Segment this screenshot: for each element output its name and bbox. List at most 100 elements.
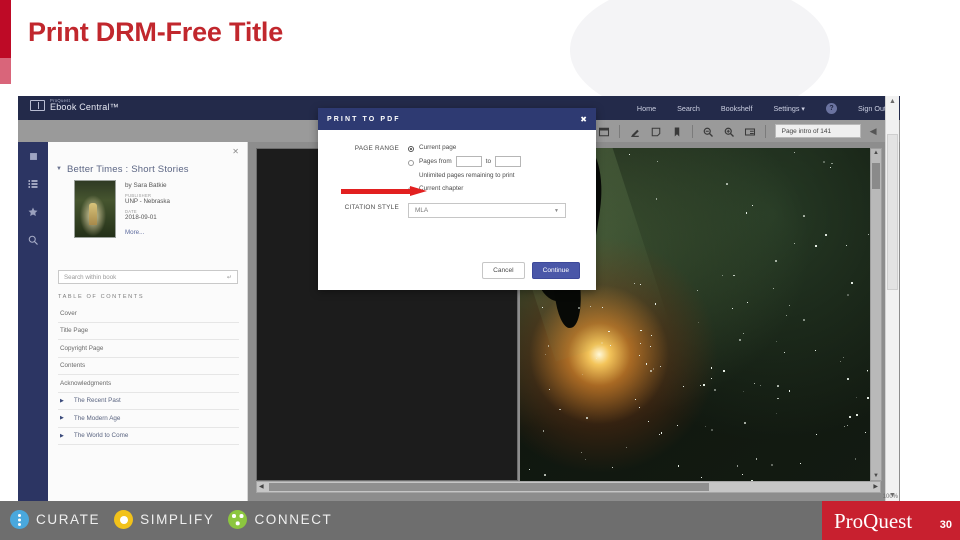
radio-option-current-page[interactable]: Current page bbox=[408, 144, 525, 152]
citation-style-select[interactable]: MLA ▼ bbox=[408, 203, 566, 218]
expand-chevron-icon[interactable]: ▶ bbox=[60, 415, 64, 421]
toc-item-label: Acknowledgments bbox=[60, 379, 112, 387]
citation-style-row: CITATION STYLE MLA ▼ bbox=[334, 203, 580, 218]
proquest-brand-box: ProQuest 30 bbox=[822, 501, 960, 540]
slide-footer: CURATE SIMPLIFY CONNECT ProQuest 30 bbox=[0, 501, 960, 540]
more-link[interactable]: More... bbox=[125, 229, 170, 237]
slide: Print DRM-Free Title ProQuest Ebook Cent… bbox=[0, 0, 960, 540]
list-item[interactable]: Cover bbox=[58, 305, 239, 323]
book-details-icon[interactable] bbox=[18, 142, 48, 170]
proquest-wordmark: ProQuest bbox=[834, 509, 913, 533]
book-title: Better Times : Short Stories bbox=[67, 164, 189, 175]
search-submit-icon[interactable]: ↵ bbox=[227, 274, 232, 281]
nav-item-search[interactable]: Search bbox=[677, 104, 700, 113]
window-vertical-scrollbar[interactable]: ▲ ▼ bbox=[885, 96, 899, 501]
nav-item-sign-out[interactable]: Sign Out bbox=[858, 104, 886, 113]
zoom-level-label: 100% bbox=[882, 494, 898, 500]
connect-icon bbox=[228, 510, 248, 529]
page-vertical-scrollbar[interactable]: ▲ ▼ bbox=[870, 148, 882, 481]
toc-item-label: Copyright Page bbox=[60, 344, 104, 352]
footer-label: SIMPLIFY bbox=[140, 512, 215, 527]
list-item[interactable]: Title Page bbox=[58, 323, 239, 340]
arrow-head bbox=[410, 186, 427, 196]
scrollbar-thumb[interactable] bbox=[269, 483, 709, 491]
list-item[interactable]: Acknowledgments bbox=[58, 375, 239, 393]
toc-item-label: The Modern Age bbox=[73, 414, 121, 422]
dialog-title: PRINT TO PDF bbox=[327, 115, 401, 123]
list-item[interactable]: Contents bbox=[58, 358, 239, 375]
simplify-icon bbox=[114, 510, 134, 529]
collapse-caret-icon[interactable]: ▼ bbox=[56, 166, 62, 172]
list-item[interactable]: Copyright Page bbox=[58, 340, 239, 358]
search-icon[interactable] bbox=[18, 226, 48, 254]
scroll-down-arrow[interactable]: ▼ bbox=[873, 473, 879, 479]
book-cover-image bbox=[74, 180, 116, 238]
book-info-panel: ✕ ▼ Better Times : Short Stories by Sara… bbox=[48, 142, 248, 501]
footer-label: CURATE bbox=[36, 512, 101, 527]
scroll-right-arrow[interactable]: ▶ bbox=[873, 483, 878, 490]
help-icon[interactable]: ? bbox=[826, 102, 838, 114]
nav-links: Home Search Bookshelf Settings ▾ ? Sign … bbox=[637, 96, 886, 120]
radio-option-pages-from[interactable]: Pages from to bbox=[408, 156, 525, 167]
print-to-pdf-dialog: PRINT TO PDF ✖ PAGE RANGE Current page P… bbox=[318, 108, 596, 290]
highlight-icon[interactable] bbox=[629, 125, 641, 137]
radio-icon[interactable] bbox=[408, 159, 414, 166]
proquest-logo[interactable]: ProQuest Ebook Central™ bbox=[30, 98, 119, 113]
toc-heading: TABLE OF CONTENTS bbox=[58, 294, 145, 300]
accent-bar-top bbox=[0, 0, 11, 58]
footer-taglines: CURATE SIMPLIFY CONNECT bbox=[10, 510, 332, 529]
zoom-in-icon[interactable] bbox=[723, 125, 735, 137]
scrollbar-thumb[interactable] bbox=[887, 134, 898, 290]
nav-item-bookshelf[interactable]: Bookshelf bbox=[721, 104, 753, 113]
cite-icon[interactable] bbox=[598, 125, 610, 137]
scrollbar-thumb[interactable] bbox=[872, 163, 880, 189]
nav-item-home[interactable]: Home bbox=[637, 104, 656, 113]
list-item[interactable]: ▶ The Recent Past bbox=[58, 393, 239, 410]
nav-item-settings[interactable]: Settings ▾ bbox=[773, 104, 805, 113]
pages-to-input[interactable] bbox=[495, 156, 522, 167]
note-icon[interactable] bbox=[650, 125, 662, 137]
arrow-shaft bbox=[341, 189, 411, 194]
toc-item-label: Cover bbox=[60, 309, 77, 317]
toc-item-label: The World to Come bbox=[73, 432, 129, 440]
continue-button[interactable]: Continue bbox=[531, 262, 580, 279]
table-of-contents-list: Cover Title Page Copyright Page Contents… bbox=[58, 305, 239, 445]
radio-label: Pages from bbox=[419, 158, 452, 165]
scroll-up-arrow[interactable]: ▲ bbox=[873, 150, 879, 156]
table-of-contents-icon[interactable] bbox=[18, 170, 48, 198]
chevron-down-icon: ▼ bbox=[554, 207, 559, 214]
close-icon[interactable]: ✖ bbox=[580, 115, 587, 124]
cancel-button[interactable]: Cancel bbox=[482, 262, 525, 279]
expand-chevron-icon[interactable]: ▶ bbox=[60, 433, 64, 439]
brand-large: Ebook Central™ bbox=[50, 102, 119, 113]
search-within-book-placeholder: Search within book bbox=[64, 273, 117, 281]
toc-item-label: Contents bbox=[60, 362, 86, 370]
full-screen-icon[interactable] bbox=[744, 125, 756, 137]
left-icon-rail bbox=[18, 142, 48, 501]
red-callout-arrow bbox=[341, 186, 427, 196]
expand-chevron-icon[interactable]: ▶ bbox=[60, 398, 64, 404]
zoom-out-icon[interactable] bbox=[702, 125, 714, 137]
page-indicator[interactable]: Page intro of 141 bbox=[774, 124, 861, 138]
bookmark-icon[interactable] bbox=[671, 125, 683, 137]
search-within-book-input[interactable]: Search within book ↵ bbox=[58, 270, 238, 284]
toolbar-divider bbox=[764, 124, 766, 138]
horizontal-scrollbar[interactable]: ◀ ▶ bbox=[256, 481, 881, 493]
toolbar-divider bbox=[691, 124, 693, 138]
radio-icon-selected[interactable] bbox=[408, 145, 414, 152]
pages-from-input[interactable] bbox=[455, 156, 482, 167]
pages-to-label: to bbox=[485, 158, 492, 165]
book-logo-icon bbox=[30, 100, 45, 112]
book-author: by Sara Batkie bbox=[125, 182, 167, 189]
list-item[interactable]: ▶ The World to Come bbox=[58, 428, 239, 445]
list-item[interactable]: ▶ The Modern Age bbox=[58, 410, 239, 428]
scroll-up-arrow[interactable]: ▲ bbox=[889, 98, 896, 105]
slide-page-number: 30 bbox=[939, 519, 952, 531]
close-panel-icon[interactable]: ✕ bbox=[232, 147, 239, 156]
scroll-left-arrow[interactable]: ◀ bbox=[259, 483, 264, 490]
footer-label: CONNECT bbox=[254, 512, 333, 527]
footer-item-connect: CONNECT bbox=[228, 510, 332, 529]
previous-page-button[interactable]: ◀ bbox=[870, 126, 877, 137]
bookmarks-icon[interactable] bbox=[18, 198, 48, 226]
footer-item-curate: CURATE bbox=[10, 510, 100, 529]
